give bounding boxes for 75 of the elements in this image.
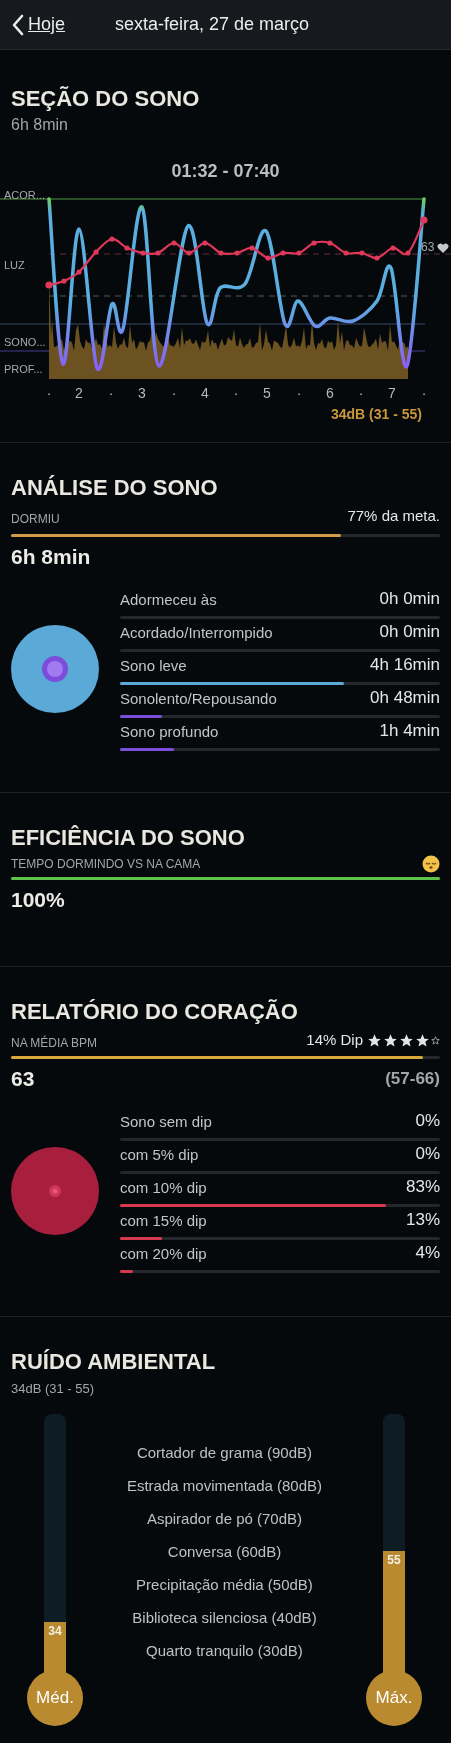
noise-reference: Precipitação média (50dB) bbox=[136, 1574, 313, 1595]
row-label: Sonolento/Repousando bbox=[120, 688, 277, 709]
row-label: com 5% dip bbox=[120, 1144, 199, 1165]
section-title: RUÍDO AMBIENTAL bbox=[11, 1348, 217, 1376]
goal-percent: 77% da meta. bbox=[347, 506, 440, 526]
section-title: ANÁLISE DO SONO bbox=[11, 474, 219, 502]
hour-tick: · bbox=[108, 385, 114, 401]
row-value: 4% bbox=[415, 1241, 440, 1264]
back-button[interactable]: Hoje bbox=[0, 11, 66, 38]
stage-label: PROF... bbox=[4, 363, 43, 375]
stage-label: ACOR... bbox=[4, 189, 45, 201]
row-label: Acordado/Interrompido bbox=[120, 622, 273, 643]
star-filled-icon bbox=[383, 1032, 398, 1048]
metric-label: NA MÉDIA BPM bbox=[11, 1034, 98, 1052]
hour-tick: 4 bbox=[201, 385, 209, 401]
section-title: RELATÓRIO DO CORAÇÃO bbox=[11, 998, 299, 1026]
row-label: Adormeceu às bbox=[120, 589, 217, 610]
heart-rate-value: 63 bbox=[421, 240, 435, 254]
row-value: 0h 0min bbox=[379, 620, 440, 643]
thermometer-value: 55 bbox=[386, 1551, 402, 1569]
hour-tick: 2 bbox=[75, 385, 83, 401]
star-filled-icon bbox=[399, 1032, 414, 1048]
metric-label: DORMIU bbox=[11, 510, 60, 528]
metric-value: 6h 8min bbox=[11, 543, 92, 570]
hour-tick: 6 bbox=[326, 385, 334, 401]
row-value: 4h 16min bbox=[370, 653, 440, 676]
hour-tick: · bbox=[233, 385, 239, 401]
session-duration: 6h 8min bbox=[11, 115, 69, 135]
noise-reference: Aspirador de pó (70dB) bbox=[146, 1508, 303, 1529]
noise-reference: Cortador de grama (90dB) bbox=[136, 1442, 313, 1463]
row-label: com 15% dip bbox=[120, 1210, 207, 1231]
row-value: 0h 0min bbox=[379, 587, 440, 610]
hour-tick: 3 bbox=[138, 385, 146, 401]
row-value: 0h 48min bbox=[370, 686, 440, 709]
page-title: sexta-feira, 27 de março bbox=[115, 13, 310, 36]
section-title: SEÇÃO DO SONO bbox=[11, 85, 201, 113]
noise-reference: Biblioteca silenciosa (40dB) bbox=[132, 1607, 317, 1628]
stage-label: SONO... bbox=[4, 336, 46, 348]
hour-tick: · bbox=[296, 385, 302, 401]
sleeping-emoji-icon bbox=[422, 855, 440, 873]
star-filled-icon bbox=[415, 1032, 430, 1048]
hour-tick: · bbox=[46, 385, 52, 401]
noise-summary: 34dB (31 - 55) bbox=[11, 1380, 96, 1398]
dip-percent: 14% Dip bbox=[306, 1030, 363, 1050]
row-value: 83% bbox=[405, 1175, 440, 1198]
metric-value: 100% bbox=[11, 887, 66, 913]
noise-reference: Estrada movimentada (80dB) bbox=[126, 1475, 323, 1496]
row-label: Sono leve bbox=[120, 655, 187, 676]
row-label: com 10% dip bbox=[120, 1177, 207, 1198]
row-value: 0% bbox=[415, 1109, 440, 1132]
hour-tick: · bbox=[171, 385, 177, 401]
noise-reference: Quarto tranquilo (30dB) bbox=[146, 1640, 303, 1661]
noise-reading: 34dB (31 - 55) bbox=[330, 405, 423, 424]
star-empty-icon bbox=[431, 1035, 440, 1045]
noise-reference: Conversa (60dB) bbox=[167, 1541, 282, 1562]
section-title: EFICIÊNCIA DO SONO bbox=[11, 824, 246, 852]
hour-tick: · bbox=[421, 385, 427, 401]
row-label: com 20% dip bbox=[120, 1243, 207, 1264]
stage-label: LUZ bbox=[4, 259, 25, 271]
chevron-left-icon bbox=[12, 13, 24, 36]
row-label: Sono profundo bbox=[120, 721, 219, 742]
hour-tick: 7 bbox=[388, 385, 396, 401]
metric-value: 63 bbox=[11, 1065, 35, 1092]
row-value: 1h 4min bbox=[379, 719, 440, 742]
hour-tick: 5 bbox=[263, 385, 271, 401]
time-range: 01:32 - 07:40 bbox=[171, 160, 280, 182]
hour-tick: · bbox=[358, 385, 364, 401]
row-value: 0% bbox=[415, 1142, 440, 1165]
bpm-range: (57-66) bbox=[385, 1067, 440, 1090]
star-filled-icon bbox=[367, 1032, 382, 1048]
row-label: Sono sem dip bbox=[120, 1111, 212, 1132]
heart-icon bbox=[437, 243, 449, 253]
row-value: 13% bbox=[405, 1208, 440, 1231]
thermometer-value: 34 bbox=[47, 1623, 63, 1641]
metric-label: TEMPO DORMINDO VS NA CAMA bbox=[11, 856, 201, 873]
